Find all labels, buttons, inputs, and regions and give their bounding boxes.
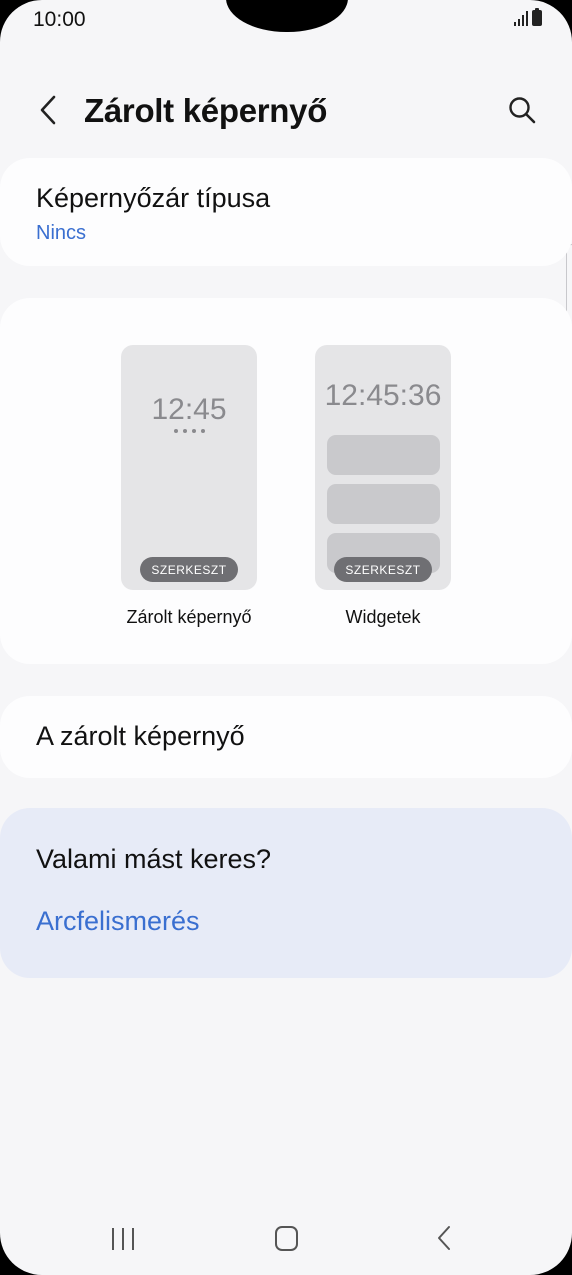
status-icons (514, 8, 542, 26)
recent-apps-button[interactable] (112, 1228, 134, 1250)
widget-placeholder (327, 435, 440, 475)
suggestion-title: Valami mást keres? (36, 844, 272, 874)
face-recognition-link[interactable]: Arcfelismerés (36, 906, 200, 937)
chevron-left-icon (438, 1226, 450, 1250)
widgets-preview[interactable]: 12:45:36 SZERKESZT (315, 345, 451, 590)
lock-screen-caption: Zárolt képernyő (126, 607, 252, 627)
nav-back-button[interactable] (436, 1224, 452, 1257)
lock-screen-menu-item[interactable]: A zárolt képernyő (0, 696, 572, 778)
lock-type-title: Képernyőzár típusa (36, 183, 271, 213)
lock-screen-menu-label: A zárolt képernyő (36, 721, 245, 751)
back-button[interactable] (30, 90, 66, 130)
lock-type-setting[interactable]: Képernyőzár típusa Nincs (0, 158, 572, 266)
pin-dots (121, 429, 257, 433)
chevron-left-icon (40, 95, 56, 125)
widgets-caption: Widgetek (345, 607, 421, 627)
page-title: Zárolt képernyő (84, 92, 328, 129)
phone-screen: 10:00 Zárolt képernyő Képernyőzár típusa… (0, 0, 572, 1275)
lock-preview-clock: 12:45 (151, 393, 227, 426)
search-icon (509, 97, 536, 124)
lock-screen-preview[interactable]: 12:45 SZERKESZT (121, 345, 257, 590)
lock-type-value: Nincs (36, 222, 87, 244)
widget-preview-clock: 12:45:36 (324, 379, 442, 412)
lock-screen-preview-card: 12:45 SZERKESZT Zárolt képernyő 12:45:36… (0, 298, 572, 664)
app-header: Zárolt képernyő (0, 80, 572, 142)
search-button[interactable] (502, 90, 542, 130)
battery-icon (532, 8, 542, 26)
navigation-bar (0, 1210, 572, 1266)
edit-lock-screen-button[interactable]: SZERKESZT (140, 557, 238, 582)
signal-icon (514, 10, 528, 26)
camera-notch (226, 0, 348, 32)
suggestion-card: Valami mást keres? Arcfelismerés (0, 808, 572, 978)
widget-placeholder (327, 484, 440, 524)
edit-widgets-button[interactable]: SZERKESZT (334, 557, 432, 582)
status-time: 10:00 (33, 8, 86, 31)
home-button[interactable] (275, 1226, 298, 1251)
